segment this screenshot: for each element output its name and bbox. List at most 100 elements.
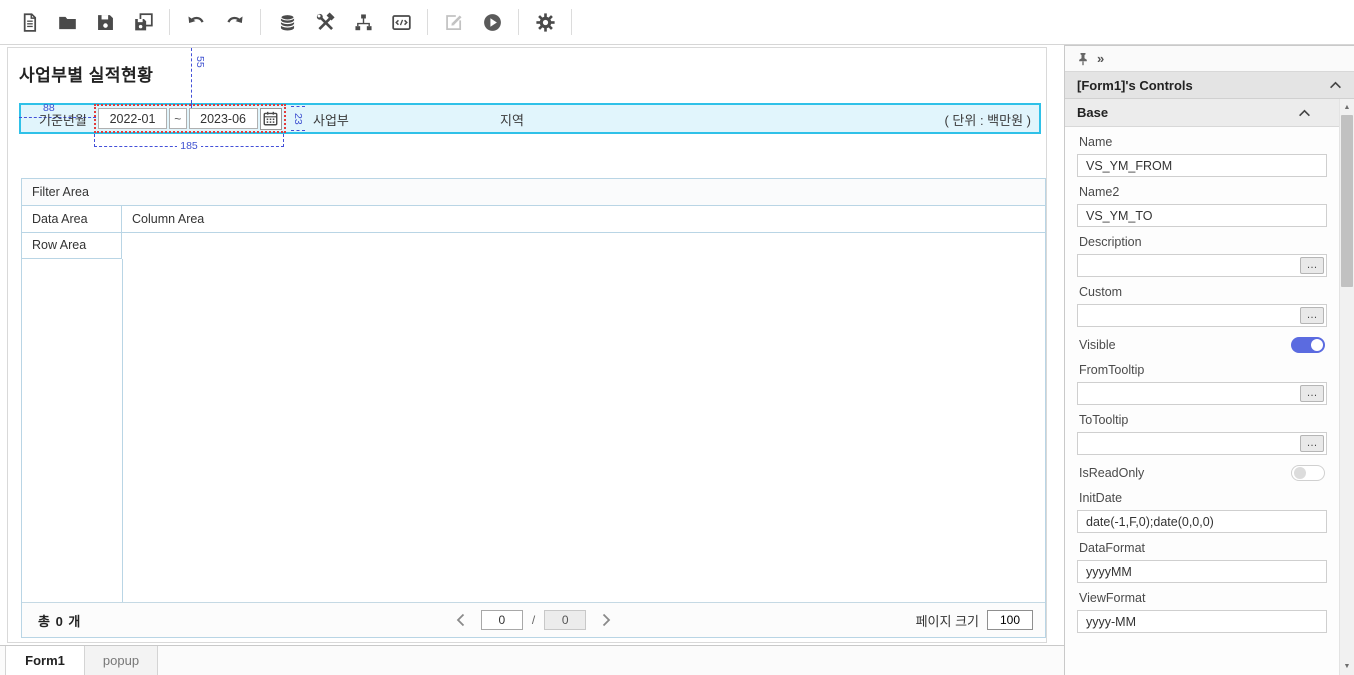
chevron-up-icon[interactable] bbox=[1329, 81, 1342, 89]
scrollbar-thumb[interactable] bbox=[1341, 115, 1353, 287]
toolbar-divider bbox=[427, 9, 428, 35]
scroll-up-icon[interactable]: ▲ bbox=[1340, 104, 1354, 111]
field-label-name: Name bbox=[1079, 135, 1327, 149]
properties-panel: » [Form1]'s Controls Base Name Name2 Descr… bbox=[1064, 45, 1354, 675]
field-input-fromtooltip[interactable] bbox=[1077, 382, 1327, 405]
scroll-down-icon[interactable]: ▼ bbox=[1340, 663, 1354, 670]
tab-form1[interactable]: Form1 bbox=[5, 646, 85, 675]
field-input-totooltip[interactable] bbox=[1077, 432, 1327, 455]
toolbar-divider bbox=[571, 9, 572, 35]
page-size-group: 페이지 크기 bbox=[815, 610, 1045, 630]
width-measure-bracket: 185 bbox=[94, 134, 284, 147]
date-separator: ~ bbox=[169, 108, 187, 129]
field-input-name2[interactable] bbox=[1077, 204, 1327, 227]
height-measure-bracket: 23 bbox=[291, 106, 305, 131]
field-input-viewformat[interactable] bbox=[1077, 610, 1327, 633]
new-file-icon bbox=[19, 12, 40, 33]
panel-toolbar: » bbox=[1065, 46, 1354, 72]
date-to-input[interactable] bbox=[189, 108, 258, 129]
data-area[interactable]: Data Area bbox=[22, 206, 122, 232]
collapse-panel-icon[interactable]: » bbox=[1097, 52, 1104, 65]
page-size-label: 페이지 크기 bbox=[916, 611, 979, 630]
edit-button bbox=[435, 3, 473, 41]
date-from-input[interactable] bbox=[98, 108, 167, 129]
settings-button[interactable] bbox=[526, 3, 564, 41]
form-page: 사업부별 실적현황 55 88 기준년월 ~ bbox=[7, 47, 1047, 643]
vertical-guide-line bbox=[191, 48, 192, 103]
open-folder-button[interactable] bbox=[48, 3, 86, 41]
field-label-fromtooltip: FromTooltip bbox=[1079, 363, 1327, 377]
redo-button[interactable] bbox=[215, 3, 253, 41]
filter-area[interactable]: Filter Area bbox=[22, 179, 1045, 206]
page-title: 사업부별 실적현황 bbox=[19, 61, 153, 86]
total-pages-field bbox=[544, 610, 586, 630]
field-label-initdate: InitDate bbox=[1079, 491, 1327, 505]
pivot-column-divider bbox=[122, 259, 123, 604]
date-range-selection[interactable]: ~ bbox=[94, 104, 286, 133]
field-input-name[interactable] bbox=[1077, 154, 1327, 177]
calendar-button[interactable] bbox=[260, 108, 282, 130]
tab-popup[interactable]: popup bbox=[85, 646, 158, 675]
field-label-viewformat: ViewFormat bbox=[1079, 591, 1327, 605]
edit-icon bbox=[444, 12, 465, 33]
run-icon bbox=[482, 12, 503, 33]
controls-header[interactable]: [Form1]'s Controls bbox=[1065, 72, 1354, 99]
panel-fields: NameName2Description…Custom…VisibleFromT… bbox=[1065, 127, 1339, 675]
pivot-footer: 총 0 개 / bbox=[22, 602, 1045, 637]
ellipsis-button-custom[interactable]: … bbox=[1300, 307, 1324, 324]
ellipsis-button-fromtooltip[interactable]: … bbox=[1300, 385, 1324, 402]
field-input-custom[interactable] bbox=[1077, 304, 1327, 327]
pin-icon[interactable] bbox=[1077, 52, 1089, 66]
chevron-right-icon bbox=[602, 613, 611, 627]
panel-scrollbar[interactable]: ▲ ▼ bbox=[1339, 99, 1354, 675]
property-name: Name bbox=[1077, 135, 1327, 177]
section-base-header[interactable]: Base bbox=[1065, 99, 1339, 127]
field-input-initdate[interactable] bbox=[1077, 510, 1327, 533]
current-page-input[interactable] bbox=[481, 610, 523, 630]
field-label-description: Description bbox=[1079, 235, 1327, 249]
field-input-dataformat[interactable] bbox=[1077, 560, 1327, 583]
controls-header-label: [Form1]'s Controls bbox=[1077, 78, 1193, 93]
app-window: 사업부별 실적현황 55 88 기준년월 ~ bbox=[0, 0, 1354, 675]
row-area[interactable]: Row Area bbox=[22, 233, 122, 259]
pivot-second-row: Data Area Column Area bbox=[22, 206, 1045, 233]
hierarchy-button[interactable] bbox=[344, 3, 382, 41]
property-dataformat: DataFormat bbox=[1077, 541, 1327, 583]
guide-label-55: 55 bbox=[194, 56, 206, 68]
database-button[interactable] bbox=[268, 3, 306, 41]
page-size-input[interactable] bbox=[987, 610, 1033, 630]
build-tools-button[interactable] bbox=[306, 3, 344, 41]
property-description: Description … bbox=[1077, 235, 1327, 277]
field-input-description[interactable] bbox=[1077, 254, 1327, 277]
field-label-name2: Name2 bbox=[1079, 185, 1327, 199]
property-viewformat: ViewFormat bbox=[1077, 591, 1327, 633]
undo-button[interactable] bbox=[177, 3, 215, 41]
redo-icon bbox=[224, 12, 245, 33]
toggle-visible[interactable] bbox=[1291, 337, 1325, 353]
chevron-up-icon[interactable] bbox=[1298, 109, 1311, 117]
new-file-button[interactable] bbox=[10, 3, 48, 41]
ellipsis-button-description[interactable]: … bbox=[1300, 257, 1324, 274]
property-fromtooltip: FromTooltip … bbox=[1077, 363, 1327, 405]
save-all-button[interactable] bbox=[124, 3, 162, 41]
database-icon bbox=[277, 12, 298, 33]
field-label-isreadonly: IsReadOnly bbox=[1079, 466, 1144, 480]
field-label-custom: Custom bbox=[1079, 285, 1327, 299]
prev-page-button[interactable] bbox=[450, 609, 472, 631]
property-totooltip: ToTooltip … bbox=[1077, 413, 1327, 455]
column-area[interactable]: Column Area bbox=[122, 206, 1045, 232]
dept-label: 사업부 bbox=[313, 110, 349, 129]
next-page-button[interactable] bbox=[595, 609, 617, 631]
total-count-label: 총 0 개 bbox=[22, 611, 252, 630]
unit-label: ( 단위 : 백만원 ) bbox=[944, 110, 1031, 129]
save-button[interactable] bbox=[86, 3, 124, 41]
toggle-isreadonly[interactable] bbox=[1291, 465, 1325, 481]
toggle-knob bbox=[1311, 339, 1323, 351]
build-tools-icon bbox=[315, 12, 336, 33]
field-label-totooltip: ToTooltip bbox=[1079, 413, 1327, 427]
filter-label: 기준년월 bbox=[39, 110, 87, 129]
save-icon bbox=[95, 12, 116, 33]
code-editor-button[interactable] bbox=[382, 3, 420, 41]
run-button[interactable] bbox=[473, 3, 511, 41]
ellipsis-button-totooltip[interactable]: … bbox=[1300, 435, 1324, 452]
